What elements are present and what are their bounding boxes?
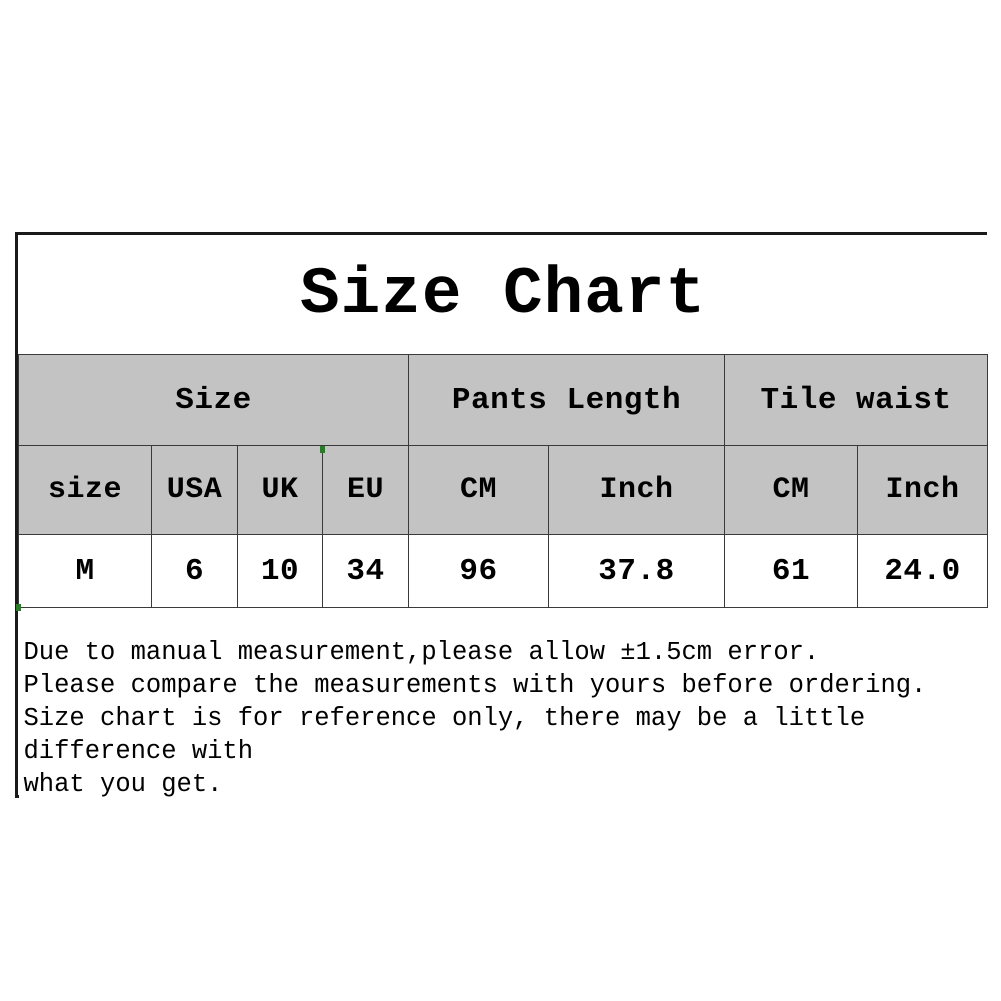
sub-header-size: size bbox=[18, 445, 152, 535]
size-chart-table-frame: Size Chart Size Pants Length Tile waist bbox=[15, 232, 989, 801]
group-header-row: Size Pants Length Tile waist bbox=[18, 354, 989, 446]
page-title: Size Chart bbox=[300, 256, 707, 332]
group-header-pants-length-label: Pants Length bbox=[451, 382, 682, 418]
sub-header-waist-inch: Inch bbox=[856, 445, 989, 535]
sub-header-eu: EU bbox=[322, 445, 409, 535]
group-header-tile-waist-label: Tile waist bbox=[760, 382, 952, 418]
notes-row: Due to manual measurement,please allow ±… bbox=[18, 607, 988, 801]
sub-header-pants-inch-label: Inch bbox=[599, 473, 674, 507]
group-header-size-label: Size bbox=[175, 382, 252, 418]
sub-header-uk: UK bbox=[237, 445, 323, 535]
note-line-4: what you get. bbox=[23, 770, 223, 799]
sub-header-eu-label: EU bbox=[346, 473, 384, 507]
sub-header-usa-label: USA bbox=[166, 473, 223, 507]
size-chart-table: Size Chart Size Pants Length Tile waist bbox=[18, 235, 989, 801]
sub-header-row: size USA UK EU CM Inch CM Inch bbox=[18, 445, 989, 535]
group-header-tile-waist: Tile waist bbox=[723, 354, 989, 446]
sub-header-waist-cm: CM bbox=[724, 445, 858, 535]
sub-header-uk-label: UK bbox=[261, 473, 299, 507]
sub-header-size-label: size bbox=[47, 473, 122, 507]
sub-header-usa: USA bbox=[151, 445, 238, 535]
group-header-pants-length: Pants Length bbox=[408, 354, 725, 446]
table-row: M 6 10 34 96 37.8 61 24.0 bbox=[18, 534, 989, 608]
sub-header-pants-cm-label: CM bbox=[459, 473, 497, 507]
size-chart-page: Size Chart Size Pants Length Tile waist bbox=[0, 0, 1001, 1001]
cell-waist-cm: 61 bbox=[724, 534, 858, 608]
cell-uk: 10 bbox=[237, 534, 323, 608]
cell-pants-cm: 96 bbox=[408, 534, 549, 608]
sub-header-pants-cm: CM bbox=[408, 445, 549, 535]
title-row: Size Chart bbox=[18, 235, 988, 355]
cell-waist-cm-value: 61 bbox=[771, 553, 811, 589]
cell-usa: 6 bbox=[151, 534, 238, 608]
group-header-size: Size bbox=[18, 354, 409, 446]
cell-waist-inch-value: 24.0 bbox=[884, 553, 961, 589]
cell-waist-inch: 24.0 bbox=[856, 534, 989, 608]
cell-pants-inch-value: 37.8 bbox=[598, 553, 675, 589]
sub-header-pants-inch: Inch bbox=[548, 445, 725, 535]
sub-header-waist-inch-label: Inch bbox=[885, 473, 960, 507]
cell-pants-cm-value: 96 bbox=[459, 553, 498, 589]
notes-block: Due to manual measurement,please allow ±… bbox=[19, 608, 988, 801]
cell-size-value: M bbox=[75, 553, 95, 589]
cell-usa-value: 6 bbox=[184, 553, 205, 589]
note-line-3: Size chart is for reference only, there … bbox=[23, 704, 881, 766]
cell-eu-value: 34 bbox=[346, 553, 385, 589]
notes-cell: Due to manual measurement,please allow ±… bbox=[18, 607, 988, 801]
note-line-2: Please compare the measurements with you… bbox=[23, 671, 927, 700]
cell-uk-value: 10 bbox=[260, 553, 300, 589]
cell-pants-inch: 37.8 bbox=[548, 534, 725, 608]
cell-eu: 34 bbox=[322, 534, 409, 608]
cell-size: M bbox=[18, 534, 152, 608]
page-title-cell: Size Chart bbox=[18, 235, 988, 355]
sub-header-waist-cm-label: CM bbox=[772, 473, 810, 507]
note-line-1: Due to manual measurement,please allow ±… bbox=[23, 638, 820, 667]
